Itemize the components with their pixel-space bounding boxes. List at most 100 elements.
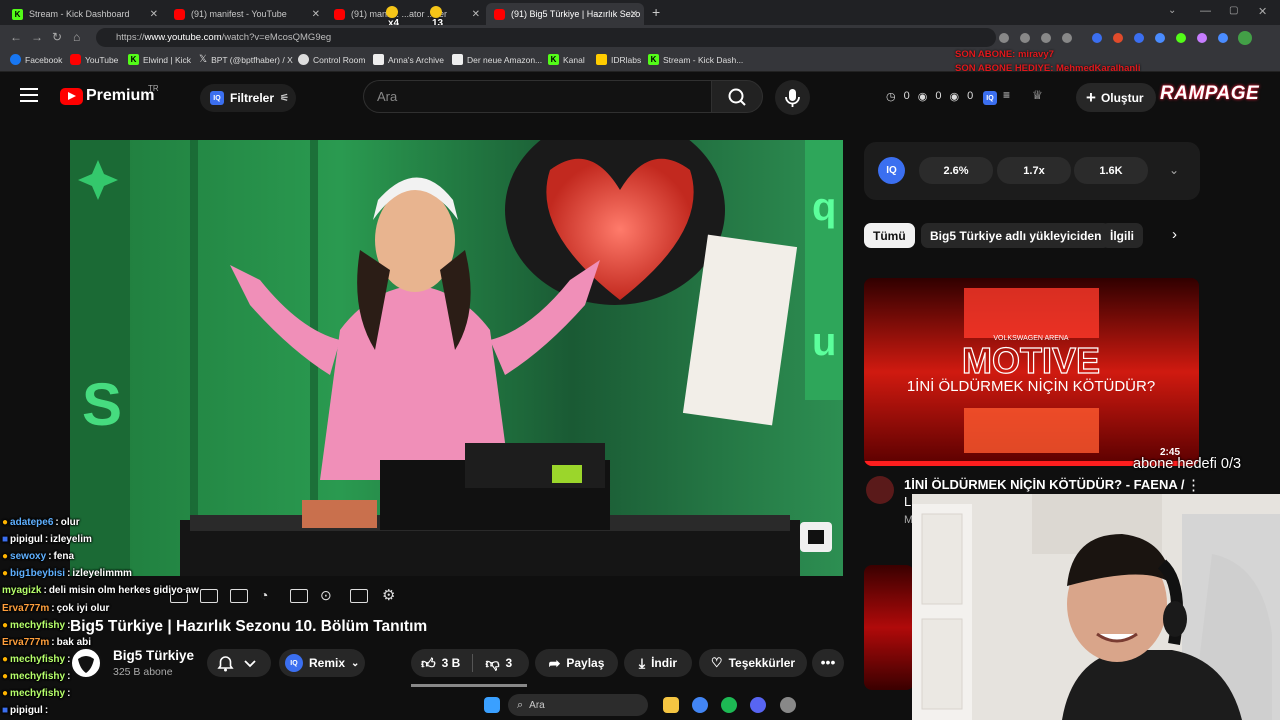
chip-from-uploader[interactable]: Big5 Türkiye adlı yükleyiciden — [921, 223, 1111, 248]
close-tab-icon[interactable]: ✕ — [150, 9, 158, 20]
search-button[interactable] — [711, 80, 763, 113]
browser-tab[interactable]: (91) manif... ...ator ...ser ✕ — [326, 3, 486, 25]
bookmark-item[interactable]: 𝕏 BPT (@bptfhaber) / X — [199, 54, 293, 65]
bookmark-item[interactable]: IDRlabs — [596, 54, 641, 65]
windows-start-icon[interactable] — [484, 697, 500, 713]
search-icon — [728, 88, 746, 106]
speed-icon[interactable]: ◔ — [260, 587, 268, 603]
picture-in-picture-icon[interactable] — [200, 589, 218, 603]
browser-tab[interactable]: K Stream - Kick Dashboard ✕ — [4, 3, 164, 25]
extension-icon[interactable] — [1092, 33, 1102, 43]
voice-search-button[interactable] — [775, 80, 810, 115]
like-dislike-group: 👍︎ 3 B 👎︎ 3 — [411, 649, 529, 677]
reload-icon[interactable]: ↻ — [52, 30, 62, 44]
close-tab-icon[interactable]: ✕ — [312, 9, 320, 20]
recommendation-thumbnail[interactable] — [864, 565, 914, 690]
create-button[interactable]: + Oluştur — [1076, 83, 1156, 112]
close-tab-icon[interactable]: ✕ — [472, 9, 480, 20]
share-icon[interactable] — [1041, 33, 1051, 43]
address-bar[interactable]: https://www.youtube.com/watch?v=eMcosQMG… — [96, 28, 996, 47]
chat-text: deli misin olm herkes gidiyo aw — [48, 585, 199, 597]
webcam-image — [912, 494, 1280, 720]
chat-username: pipigul — [10, 534, 43, 546]
browser-tab[interactable]: (91) manifest - YouTube ✕ — [166, 3, 326, 25]
discord-icon[interactable] — [750, 697, 766, 713]
bookmark-item[interactable]: YouTube — [70, 54, 118, 65]
bookmark-icon[interactable] — [1062, 33, 1072, 43]
chip-all[interactable]: Tümü — [864, 223, 915, 248]
bookmark-item[interactable]: Control Room — [298, 54, 365, 65]
spotify-icon[interactable] — [721, 697, 737, 713]
iq-icon[interactable]: IQ — [983, 91, 997, 105]
extension-icon[interactable] — [1113, 33, 1123, 43]
youtube-premium-logo-text[interactable]: Premium — [86, 87, 154, 105]
chat-message: ● mechyfishy: — [2, 619, 71, 631]
forward-icon[interactable]: → — [31, 30, 43, 44]
extension-icon[interactable] — [1197, 33, 1207, 43]
notification-bell-button[interactable] — [207, 649, 271, 677]
video-frame: S q u — [70, 140, 843, 576]
more-actions-button[interactable]: ••• — [812, 649, 844, 677]
browser-tab-active[interactable]: (91) Big5 Türkiye | Hazırlık Sezo ✕ — [486, 3, 644, 25]
chevron-right-icon[interactable]: › — [1172, 226, 1177, 243]
chevron-down-icon[interactable]: ⌄ — [1168, 5, 1176, 16]
chat-username: adatepe6 — [10, 517, 54, 529]
close-window-icon[interactable]: ✕ — [1258, 5, 1267, 18]
more-vertical-icon[interactable]: ⋮ — [1186, 476, 1201, 494]
settings-gear-icon[interactable]: ⚙ — [382, 586, 395, 604]
list-icon[interactable]: ≡ — [1003, 88, 1010, 102]
thumbnail-image: VOLKSWAGEN ARENA MOTIVE 1İNİ ÖLDÜRMEK Nİ… — [864, 278, 1199, 466]
chat-message: myagizk: deli misin olm herkes gidiyo aw — [2, 585, 199, 597]
chip-related[interactable]: İlgili — [1101, 223, 1143, 248]
keyboard-icon[interactable] — [350, 589, 368, 603]
gear-icon — [298, 54, 309, 65]
recommendation-thumbnail[interactable]: VOLKSWAGEN ARENA MOTIVE 1İNİ ÖLDÜRMEK Nİ… — [864, 278, 1199, 466]
filters-button[interactable]: IQ Filtreler ⚟ — [200, 84, 296, 112]
file-explorer-icon[interactable] — [663, 697, 679, 713]
region-code: TR — [148, 84, 159, 93]
extension-icon[interactable] — [999, 33, 1009, 43]
download-button[interactable]: ⤓ İndir — [624, 649, 692, 677]
close-tab-icon[interactable]: ✕ — [630, 9, 638, 20]
remix-button[interactable]: IQ Remix ⌄ — [279, 649, 365, 677]
new-tab-button[interactable]: + — [652, 4, 660, 20]
chevron-down-icon[interactable]: ⌄ — [1169, 163, 1179, 177]
theater-icon[interactable] — [230, 589, 248, 603]
bookmark-item[interactable]: K Elwind | Kick — [128, 54, 191, 65]
search-input[interactable]: Ara — [363, 80, 711, 113]
bookmark-item[interactable]: K Stream - Kick Dash... — [648, 54, 743, 65]
back-icon[interactable]: ← — [10, 30, 22, 44]
extension-icon[interactable] — [1134, 33, 1144, 43]
chrome-icon[interactable] — [692, 697, 708, 713]
extension-icon[interactable] — [1176, 33, 1186, 43]
like-button[interactable]: 👍︎ 3 B — [421, 655, 460, 672]
screenshot-icon[interactable]: ⊙ — [320, 587, 332, 604]
thanks-button[interactable]: ♡ Teşekkürler — [699, 649, 807, 677]
bookmark-item[interactable]: Der neue Amazon... — [452, 54, 542, 65]
sidebar-icon[interactable] — [1218, 33, 1228, 43]
youtube-logo-icon[interactable] — [60, 88, 83, 105]
filter-icon[interactable] — [290, 589, 308, 603]
video-player[interactable]: S q u — [70, 140, 843, 576]
bookmark-item[interactable]: Anna's Archive — [373, 54, 444, 65]
share-button[interactable]: ➦ Paylaş — [535, 649, 618, 677]
profile-avatar[interactable] — [1238, 31, 1252, 45]
search-icon: ⌕ — [517, 698, 524, 711]
bookmark-item[interactable]: Facebook — [10, 54, 62, 65]
bookmark-label: Control Room — [313, 54, 366, 65]
home-icon[interactable]: ⌂ — [73, 30, 80, 44]
maximize-icon[interactable]: ▢ — [1229, 5, 1238, 16]
minimize-icon[interactable]: — — [1200, 5, 1211, 17]
taskbar-search[interactable]: ⌕ Ara — [508, 694, 648, 716]
recommendation-channel-avatar[interactable] — [866, 476, 894, 504]
zoom-icon[interactable] — [1020, 33, 1030, 43]
dislike-button[interactable]: 👎︎ 3 — [485, 655, 512, 672]
menu-icon[interactable] — [20, 88, 38, 102]
app-icon[interactable] — [780, 697, 796, 713]
sliders-icon: ⚟ — [280, 92, 289, 104]
recommendation-title[interactable]: 1İNİ ÖLDÜRMEK NİÇİN KÖTÜDÜR? - FAENA / — [904, 477, 1184, 492]
extension-icon[interactable] — [1155, 33, 1165, 43]
facebook-icon — [10, 54, 21, 65]
bookmark-item[interactable]: K Kanal — [548, 54, 585, 65]
trophy-icon[interactable]: ♕ — [1032, 88, 1043, 102]
